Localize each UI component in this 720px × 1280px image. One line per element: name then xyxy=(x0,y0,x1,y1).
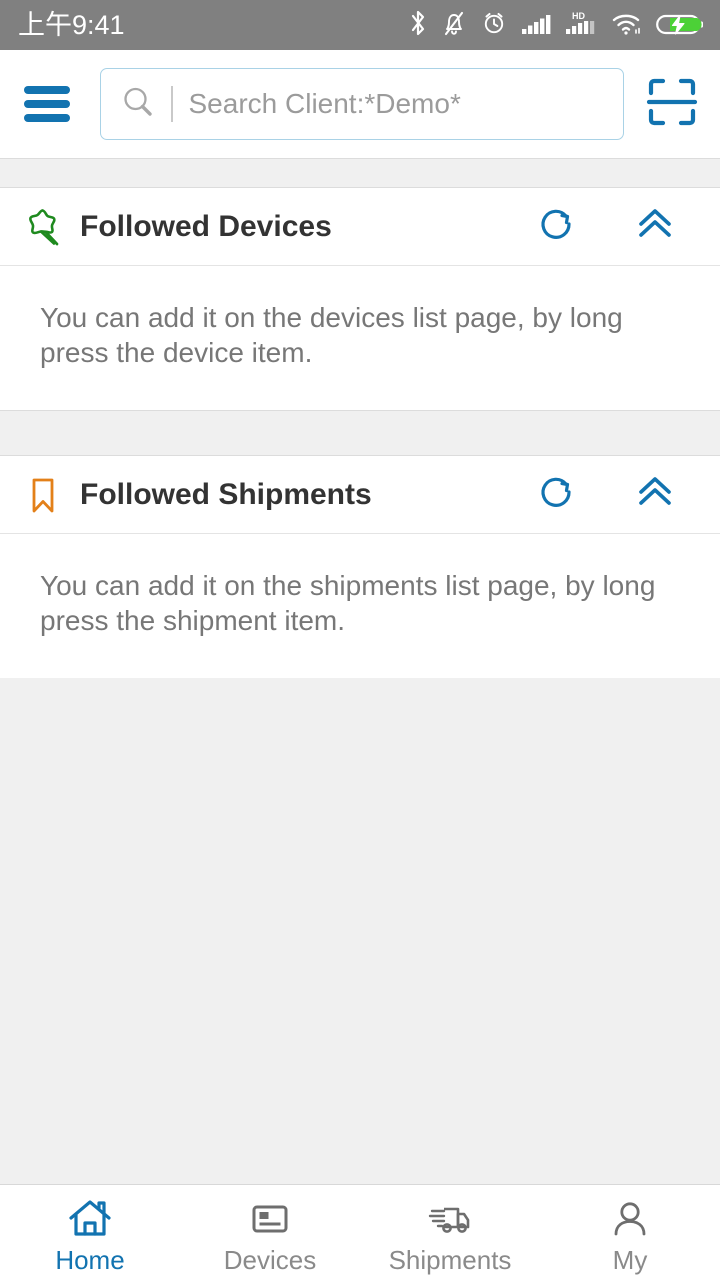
followed-devices-title: Followed Devices xyxy=(80,209,332,243)
followed-devices-actions xyxy=(536,201,698,252)
hamburger-bar xyxy=(24,114,70,122)
delivery-truck-icon xyxy=(426,1197,474,1241)
followed-shipments-empty-text: You can add it on the shipments list pag… xyxy=(40,570,656,636)
device-card-icon xyxy=(248,1197,292,1241)
section-gap-middle xyxy=(0,410,720,456)
double-chevron-up-icon[interactable] xyxy=(632,469,678,520)
bottom-navigation: Home Devices Shipments My xyxy=(0,1184,720,1280)
hamburger-bar xyxy=(24,86,70,94)
search-divider xyxy=(171,86,173,122)
nav-item-my[interactable]: My xyxy=(540,1185,720,1280)
followed-devices-section: Followed Devices You can add it on the d… xyxy=(0,188,720,410)
followed-shipments-actions xyxy=(536,469,698,520)
search-placeholder-text: Search Client:*Demo* xyxy=(188,90,461,118)
followed-devices-empty-text: You can add it on the devices list page,… xyxy=(40,302,623,368)
star-pin-icon xyxy=(20,205,66,249)
app-root: 上午9:41 HD Search Client:*Demo* Followed … xyxy=(0,0,720,1280)
status-bar-icons: HD xyxy=(408,9,704,42)
refresh-icon[interactable] xyxy=(536,470,580,519)
wifi-icon xyxy=(611,9,643,42)
bluetooth-icon xyxy=(408,9,428,42)
cellular-signal-icon xyxy=(521,9,551,42)
home-icon xyxy=(67,1197,113,1241)
nav-label-home: Home xyxy=(55,1244,125,1275)
followed-shipments-section: Followed Shipments You can add it on the… xyxy=(0,456,720,678)
battery-charging-icon xyxy=(656,9,704,42)
section-gap-top xyxy=(0,158,720,188)
followed-shipments-header: Followed Shipments xyxy=(0,456,720,534)
nav-item-home[interactable]: Home xyxy=(0,1185,180,1280)
top-bar: Search Client:*Demo* xyxy=(0,50,720,158)
notifications-silent-icon xyxy=(441,9,467,42)
svg-text:HD: HD xyxy=(572,11,585,21)
refresh-icon[interactable] xyxy=(536,202,580,251)
content-area: Followed Devices You can add it on the d… xyxy=(0,158,720,1184)
nav-label-devices: Devices xyxy=(223,1244,317,1275)
status-bar-time: 上午9:41 xyxy=(18,9,125,40)
followed-devices-body: You can add it on the devices list page,… xyxy=(0,266,720,410)
status-bar: 上午9:41 HD xyxy=(0,0,720,50)
nav-item-devices[interactable]: Devices xyxy=(180,1185,360,1280)
followed-devices-header: Followed Devices xyxy=(0,188,720,266)
alarm-clock-icon xyxy=(480,9,508,42)
double-chevron-up-icon[interactable] xyxy=(632,201,678,252)
bookmark-icon xyxy=(20,473,66,517)
followed-shipments-body: You can add it on the shipments list pag… xyxy=(0,534,720,678)
user-profile-icon xyxy=(608,1197,652,1241)
hamburger-menu-icon[interactable] xyxy=(24,86,70,122)
nav-label-shipments: Shipments xyxy=(388,1244,512,1275)
nav-item-shipments[interactable]: Shipments xyxy=(360,1185,540,1280)
hd-cellular-signal-icon: HD xyxy=(564,9,598,42)
scan-qr-icon[interactable] xyxy=(646,76,698,133)
hamburger-bar xyxy=(24,100,70,108)
search-icon xyxy=(119,83,157,126)
followed-shipments-title: Followed Shipments xyxy=(80,477,372,511)
page-background-filler xyxy=(0,678,720,1184)
search-input[interactable]: Search Client:*Demo* xyxy=(100,68,624,140)
nav-label-my: My xyxy=(612,1244,648,1275)
